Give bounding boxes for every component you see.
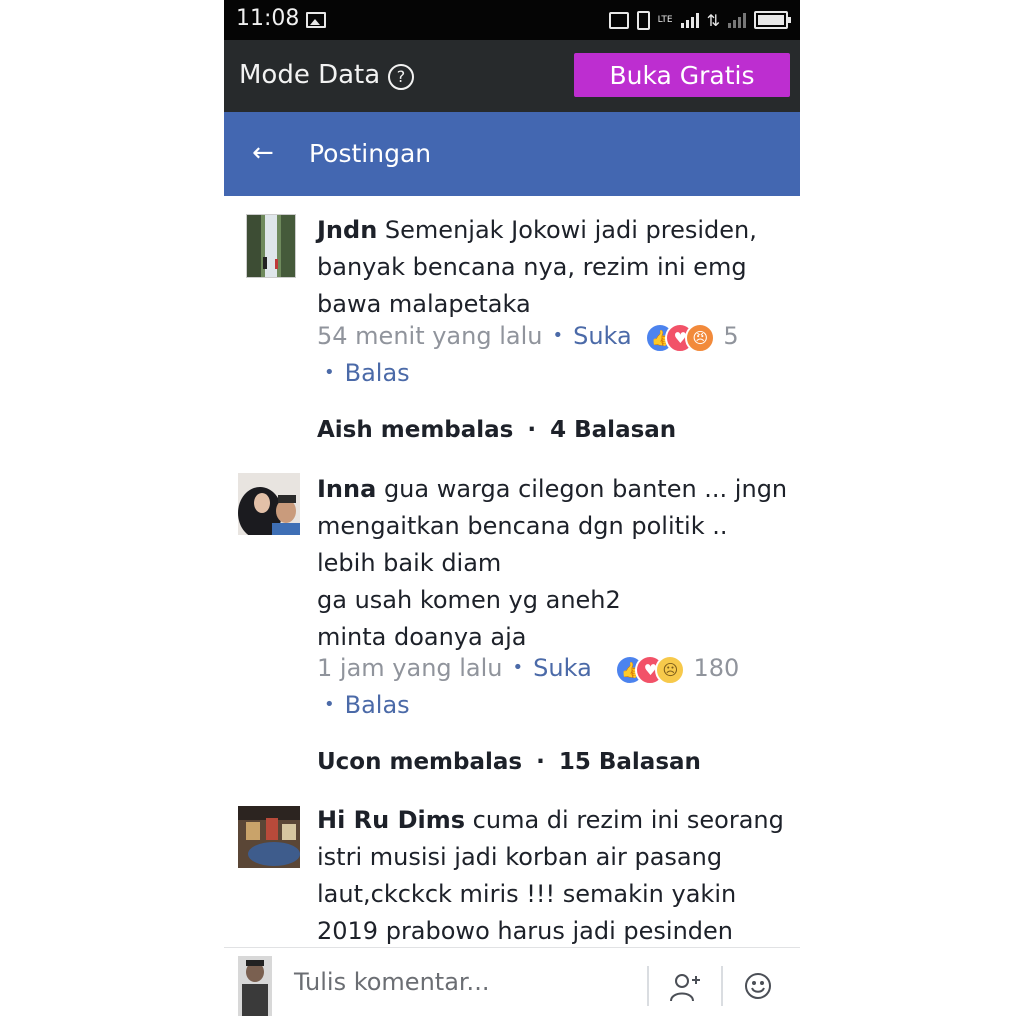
separator-dot: • [324, 362, 335, 383]
data-mode-bar: Mode Data ? Buka Gratis [224, 40, 800, 112]
comment-text: Hi Ru Dims cuma di rezim ini seorang ist… [317, 802, 787, 950]
separator-dot: · [527, 417, 537, 443]
comment-composer: Tulis komentar... [224, 947, 800, 1024]
signal-2-icon [728, 12, 746, 28]
replies-count: 4 Balasan [550, 417, 677, 443]
phone-screen: 11:08 LTE ⇅ Mode Data ? Buka Gratis ← Po… [224, 0, 800, 1024]
reply-button[interactable]: Balas [345, 359, 410, 387]
data-transfer-icon: ⇅ [706, 10, 720, 30]
divider [647, 966, 649, 1006]
lte-label: LTE [657, 15, 673, 25]
comment-actions: • Balas [324, 359, 410, 387]
battery-icon [754, 11, 791, 29]
replies-author: Aish membalas [317, 417, 514, 443]
status-time: 11:08 [236, 6, 300, 31]
help-icon[interactable]: ? [388, 64, 414, 90]
data-mode-label: Mode Data [239, 60, 381, 90]
reaction-icons[interactable]: 👍 ♥ 😠 [645, 323, 719, 353]
comment-timestamp: 1 jam yang lalu [317, 654, 503, 682]
reaction-count: 5 [723, 322, 739, 350]
comment-line: bawa malapetaka [317, 290, 531, 318]
status-bar: 11:08 LTE ⇅ [224, 0, 800, 40]
comment-actions: • Balas [324, 691, 410, 719]
comment-line: mengaitkan bencana dgn politik .. [317, 512, 728, 540]
replies-count: 15 Balasan [558, 749, 701, 775]
signal-icon [680, 12, 699, 28]
angry-icon: 😠 [685, 323, 716, 353]
comment-line: banyak bencana nya, rezim ini emg [317, 253, 747, 281]
separator-dot: · [536, 749, 545, 775]
reply-button[interactable]: Balas [345, 691, 410, 719]
comment-line: 2019 prabowo harus jadi pesinden [317, 917, 734, 945]
back-arrow-icon[interactable]: ← [252, 138, 274, 168]
comment-line: istri musisi jadi korban air pasang [317, 843, 723, 871]
comment-line: ga usah komen yg aneh2 [317, 586, 621, 614]
status-icons: LTE ⇅ [608, 6, 791, 34]
message-icon [608, 11, 629, 29]
commenter-name[interactable]: Jndn [317, 216, 377, 244]
replies-author: Ucon membalas [317, 749, 523, 775]
like-button[interactable]: Suka [573, 322, 632, 350]
emoji-icon[interactable] [744, 972, 772, 1000]
avatar[interactable] [238, 806, 300, 868]
comment-meta: 1 jam yang lalu • Suka 👍 ♥ ☹ 180 [317, 654, 740, 685]
replies-summary[interactable]: Ucon membalas · 15 Balasan [317, 749, 701, 775]
replies-summary[interactable]: Aish membalas · 4 Balasan [317, 417, 676, 443]
avatar[interactable] [238, 473, 300, 535]
page-title: Postingan [309, 139, 432, 168]
vibrate-icon [636, 10, 650, 30]
reaction-icons[interactable]: 👍 ♥ ☹ [615, 655, 689, 685]
comment-line: laut,ckckck miris !!! semakin yakin [317, 880, 737, 908]
avatar[interactable] [246, 214, 296, 278]
comment-line: minta doanya aja [317, 623, 527, 651]
tag-friend-icon[interactable] [669, 970, 703, 1004]
commenter-name[interactable]: Hi Ru Dims [317, 806, 465, 834]
separator-dot: • [512, 657, 524, 678]
image-notification-icon [306, 12, 326, 28]
comment-line: cuma di rezim ini seorang [472, 806, 784, 834]
comment-text: Jndn Semenjak Jokowi jadi presiden, bany… [317, 212, 787, 323]
comment-input[interactable]: Tulis komentar... [294, 968, 489, 996]
comment-line: gua warga cilegon banten ... jngn [383, 475, 788, 503]
comment-meta: 54 menit yang lalu • Suka 👍 ♥ 😠 5 [317, 322, 739, 353]
comment-text: Inna gua warga cilegon banten ... jngn m… [317, 471, 787, 656]
separator-dot: • [324, 694, 335, 715]
comment-line: lebih baik diam [317, 549, 502, 577]
comment-timestamp: 54 menit yang lalu [317, 322, 543, 350]
open-free-button[interactable]: Buka Gratis [574, 53, 790, 97]
divider [721, 966, 723, 1006]
comment-line: Semenjak Jokowi jadi presiden, [384, 216, 757, 244]
separator-dot: • [552, 325, 564, 346]
app-header: ← Postingan [224, 112, 800, 196]
user-avatar [238, 956, 272, 1016]
commenter-name[interactable]: Inna [317, 475, 376, 503]
reaction-count: 180 [693, 654, 740, 682]
like-button[interactable]: Suka [533, 654, 592, 682]
sad-icon: ☹ [655, 655, 686, 685]
